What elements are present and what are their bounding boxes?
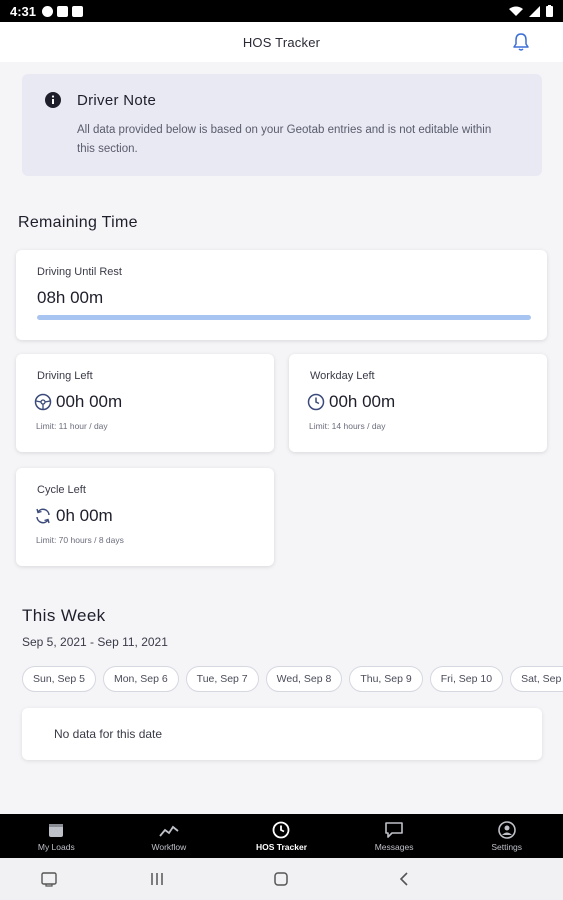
- keyboard-icon[interactable]: [40, 870, 58, 888]
- cycle-left-value-row: 0h 00m: [34, 506, 113, 526]
- message-icon: [385, 821, 403, 838]
- nav-label: Messages: [374, 841, 414, 852]
- app-header: HOS Tracker: [0, 22, 563, 62]
- progress-fill: [37, 315, 531, 320]
- driving-until-rest-card: Driving Until Rest 08h 00m: [16, 250, 547, 340]
- driver-note-text: All data provided below is based on your…: [77, 124, 492, 155]
- day-chip[interactable]: Tue, Sep 7: [185, 666, 259, 692]
- workday-left-limit: Limit: 14 hours / day: [309, 421, 386, 431]
- status-time: 4:31: [10, 3, 37, 19]
- refresh-icon: [36, 508, 50, 524]
- driving-left-value-row: 00h 00m: [34, 392, 122, 412]
- driving-until-rest-progress: [37, 315, 531, 320]
- nav-item-messages[interactable]: Messages: [338, 814, 451, 858]
- workday-left-label: Workday Left: [310, 370, 375, 382]
- nav-label: Settings: [491, 841, 523, 852]
- page-title: HOS Tracker: [242, 34, 321, 50]
- person-icon: [497, 820, 516, 839]
- day-chip[interactable]: Mon, Sep 6: [102, 666, 179, 692]
- nav-label: My Loads: [37, 841, 75, 852]
- day-chip[interactable]: Sun, Sep 5: [22, 666, 96, 692]
- home-icon[interactable]: [272, 870, 290, 888]
- status-bar: 4:31: [0, 0, 563, 22]
- driver-note-title: Driver Note: [77, 92, 157, 109]
- cycle-left-label: Cycle Left: [37, 484, 86, 496]
- cycle-left-value: 0h 00m: [56, 506, 113, 525]
- driving-left-limit: Limit: 11 hour / day: [36, 421, 108, 431]
- clock-icon: [273, 821, 290, 838]
- day-chip[interactable]: Wed, Sep 8: [265, 666, 343, 692]
- driving-left-label: Driving Left: [37, 370, 93, 382]
- workday-left-card: Workday Left 00h 00m Limit: 14 hours / d…: [289, 354, 547, 452]
- day-chip-list: Sun, Sep 5 Mon, Sep 6 Tue, Sep 7 Wed, Sep 8…: [22, 666, 563, 694]
- day-chip[interactable]: Sat, Sep 11: [510, 666, 563, 692]
- steering-wheel-icon: [34, 393, 52, 411]
- day-chip[interactable]: Thu, Sep 9: [349, 666, 423, 692]
- day-chip[interactable]: Fri, Sep 10: [429, 666, 504, 692]
- remaining-time-title: Remaining Time: [18, 214, 138, 231]
- nav-item-hos-tracker[interactable]: HOS Tracker: [225, 814, 338, 858]
- driver-note-card: Driver Note All data provided below is b…: [22, 74, 542, 176]
- notification-icon: [42, 5, 54, 17]
- workday-left-value-row: 00h 00m: [307, 392, 395, 412]
- this-week-title: This Week: [22, 606, 106, 625]
- nav-item-workflow[interactable]: Workflow: [113, 814, 226, 858]
- nav-label: Workflow: [151, 841, 187, 852]
- driving-until-rest-label: Driving Until Rest: [37, 266, 122, 278]
- wifi-icon: [509, 6, 523, 16]
- nav-label: HOS Tracker: [255, 841, 307, 852]
- driving-left-value: 00h 00m: [56, 392, 123, 411]
- notification-icon: [57, 5, 69, 17]
- notification-icon: [72, 5, 84, 17]
- cycle-left-limit: Limit: 70 hours / 8 days: [36, 535, 124, 545]
- system-nav-bar: [0, 858, 563, 900]
- empty-state-message: No data for this date: [54, 727, 163, 741]
- week-date-range: Sep 5, 2021 - Sep 11, 2021: [22, 635, 168, 649]
- bottom-nav: My Loads Workflow HOS Tracker Messages S…: [0, 814, 563, 858]
- status-indicators: [509, 5, 553, 17]
- bell-icon[interactable]: [512, 32, 530, 52]
- day-data-card: No data for this date: [22, 708, 542, 760]
- info-icon: [45, 92, 61, 108]
- box-icon: [49, 823, 64, 837]
- back-icon[interactable]: [396, 870, 414, 888]
- nav-item-my-loads[interactable]: My Loads: [0, 814, 113, 858]
- workday-left-value: 00h 00m: [329, 392, 396, 411]
- trend-icon: [159, 825, 179, 837]
- cycle-left-card: Cycle Left 0h 00m Limit: 70 hours / 8 da…: [16, 468, 274, 566]
- recent-apps-icon[interactable]: [148, 870, 166, 888]
- signal-icon: [529, 5, 540, 17]
- driving-until-rest-value: 08h 00m: [37, 288, 104, 307]
- driving-left-card: Driving Left 00h 00m Limit: 11 hour / da…: [16, 354, 274, 452]
- clock-icon: [307, 393, 325, 411]
- battery-icon: [546, 5, 553, 17]
- nav-item-settings[interactable]: Settings: [450, 814, 563, 858]
